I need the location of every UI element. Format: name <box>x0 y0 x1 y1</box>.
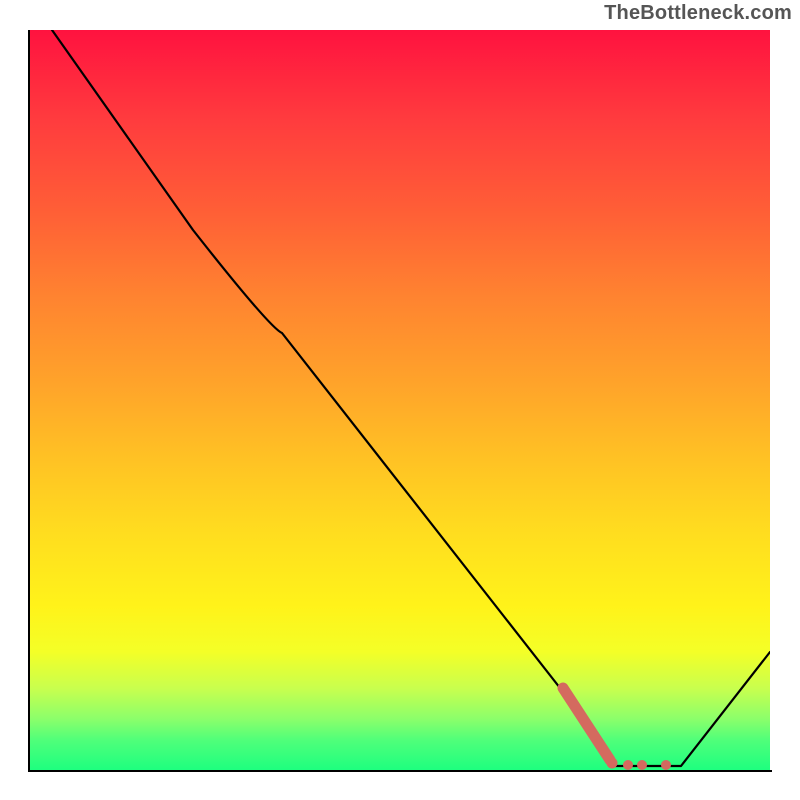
highlight-segment-slope <box>563 688 610 760</box>
highlight-dot <box>623 760 633 770</box>
highlight-dot <box>607 758 618 769</box>
plot-area <box>30 30 770 770</box>
chart-svg <box>30 30 770 770</box>
watermark-text: TheBottleneck.com <box>604 2 792 25</box>
chart-container: TheBottleneck.com <box>0 0 800 800</box>
x-axis <box>28 770 772 772</box>
highlight-dot <box>661 760 671 770</box>
highlight-dot <box>637 760 647 770</box>
y-axis <box>28 30 30 772</box>
bottleneck-curve-line <box>52 30 770 766</box>
